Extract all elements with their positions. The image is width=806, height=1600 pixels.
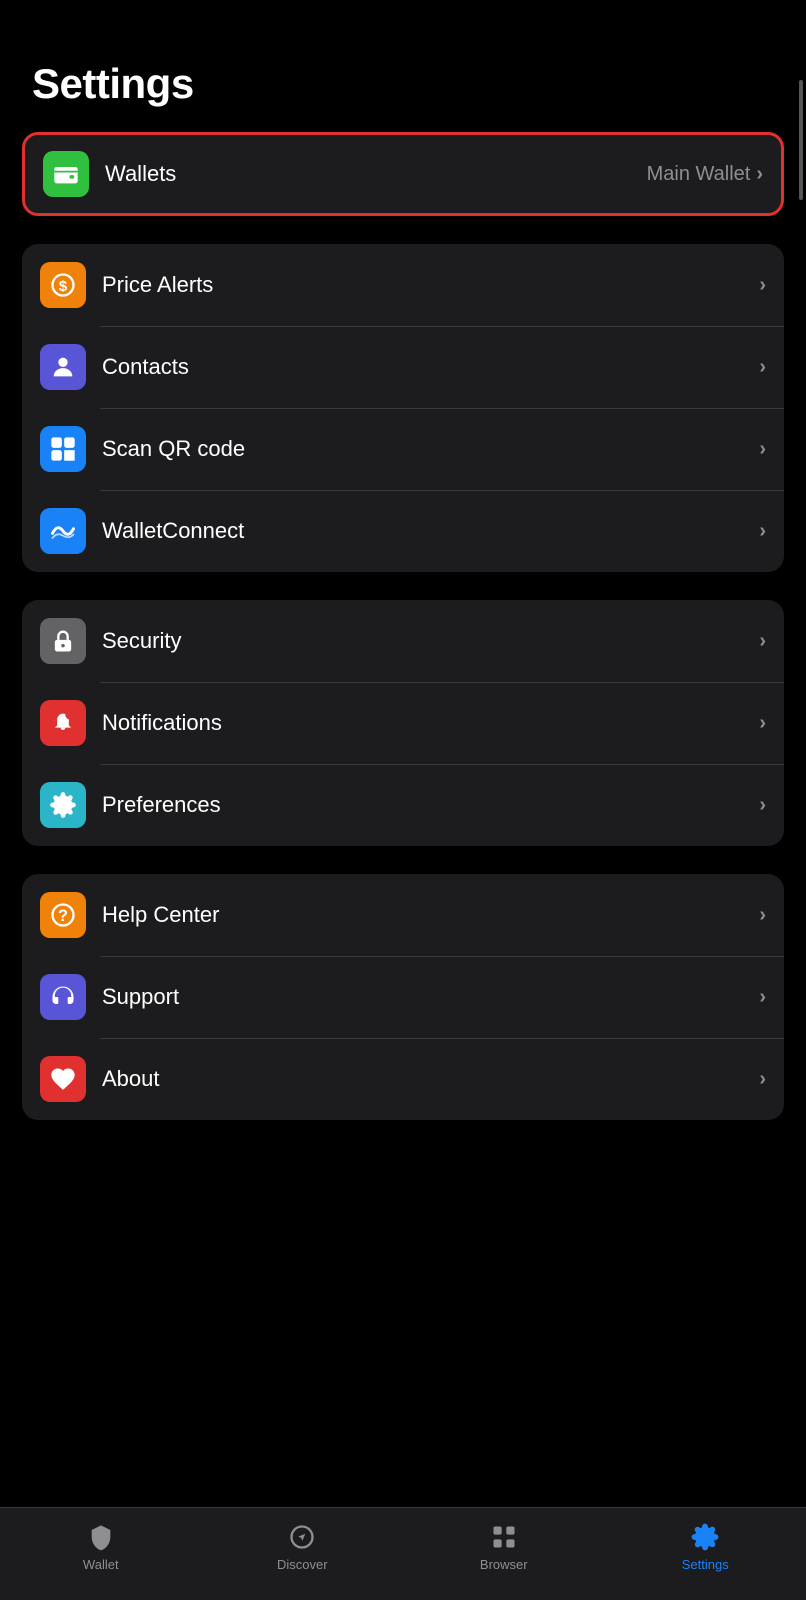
help-center-row[interactable]: ? Help Center › bbox=[22, 874, 784, 956]
notifications-label: Notifications bbox=[102, 710, 759, 736]
support-label: Support bbox=[102, 984, 759, 1010]
qr-icon bbox=[40, 426, 86, 472]
contacts-label: Contacts bbox=[102, 354, 759, 380]
grid-tab-icon bbox=[489, 1522, 519, 1552]
dollar-icon: $ bbox=[40, 262, 86, 308]
person-icon bbox=[40, 344, 86, 390]
wallets-value: Main Wallet bbox=[647, 163, 751, 186]
bell-icon bbox=[40, 700, 86, 746]
tab-wallet[interactable]: Wallet bbox=[61, 1522, 141, 1572]
tab-settings-label: Settings bbox=[682, 1557, 729, 1572]
header: Settings bbox=[0, 0, 806, 132]
main-content: Wallets Main Wallet › $ Price Alerts › bbox=[0, 132, 806, 1314]
wallet-connect-row[interactable]: WalletConnect › bbox=[22, 490, 784, 572]
wave-icon bbox=[40, 508, 86, 554]
lock-icon bbox=[40, 618, 86, 664]
security-row[interactable]: Security › bbox=[22, 600, 784, 682]
section-group-1: $ Price Alerts › Contacts › bbox=[22, 244, 784, 572]
notifications-chevron: › bbox=[759, 712, 766, 735]
scan-qr-label: Scan QR code bbox=[102, 436, 759, 462]
compass-tab-icon bbox=[287, 1522, 317, 1552]
tab-bar: Wallet Discover bbox=[0, 1507, 806, 1600]
svg-text:?: ? bbox=[58, 907, 68, 925]
gear-tab-icon bbox=[690, 1522, 720, 1552]
about-chevron: › bbox=[759, 1068, 766, 1091]
scan-qr-row[interactable]: Scan QR code › bbox=[22, 408, 784, 490]
price-alerts-row[interactable]: $ Price Alerts › bbox=[22, 244, 784, 326]
shield-tab-icon bbox=[86, 1522, 116, 1552]
price-alerts-label: Price Alerts bbox=[102, 272, 759, 298]
page-container: Settings Wallets Main Wallet › bbox=[0, 0, 806, 1600]
wallet-connect-label: WalletConnect bbox=[102, 518, 759, 544]
about-row[interactable]: About › bbox=[22, 1038, 784, 1120]
support-chevron: › bbox=[759, 986, 766, 1009]
svg-text:$: $ bbox=[59, 278, 68, 295]
help-center-chevron: › bbox=[759, 904, 766, 927]
preferences-row[interactable]: Preferences › bbox=[22, 764, 784, 846]
wallets-row[interactable]: Wallets Main Wallet › bbox=[22, 132, 784, 216]
section-group-3: ? Help Center › Support › bbox=[22, 874, 784, 1120]
contacts-chevron: › bbox=[759, 356, 766, 379]
help-center-label: Help Center bbox=[102, 902, 759, 928]
scroll-indicator bbox=[799, 80, 803, 200]
about-label: About bbox=[102, 1066, 759, 1092]
tab-browser-label: Browser bbox=[480, 1557, 528, 1572]
scan-qr-chevron: › bbox=[759, 438, 766, 461]
page-title: Settings bbox=[32, 60, 774, 108]
tab-discover[interactable]: Discover bbox=[262, 1522, 342, 1572]
wallet-connect-chevron: › bbox=[759, 520, 766, 543]
notifications-row[interactable]: Notifications › bbox=[22, 682, 784, 764]
gear-icon bbox=[40, 782, 86, 828]
contacts-row[interactable]: Contacts › bbox=[22, 326, 784, 408]
wallets-label: Wallets bbox=[105, 161, 647, 187]
price-alerts-chevron: › bbox=[759, 274, 766, 297]
question-icon: ? bbox=[40, 892, 86, 938]
security-label: Security bbox=[102, 628, 759, 654]
wallets-chevron: › bbox=[756, 163, 763, 186]
tab-discover-label: Discover bbox=[277, 1557, 328, 1572]
headset-icon bbox=[40, 974, 86, 1020]
section-group-2: Security › Notifications › bbox=[22, 600, 784, 846]
heart-icon bbox=[40, 1056, 86, 1102]
preferences-chevron: › bbox=[759, 794, 766, 817]
tab-wallet-label: Wallet bbox=[83, 1557, 119, 1572]
wallet-icon bbox=[43, 151, 89, 197]
tab-settings[interactable]: Settings bbox=[665, 1522, 745, 1572]
security-chevron: › bbox=[759, 630, 766, 653]
tab-browser[interactable]: Browser bbox=[464, 1522, 544, 1572]
support-row[interactable]: Support › bbox=[22, 956, 784, 1038]
preferences-label: Preferences bbox=[102, 792, 759, 818]
